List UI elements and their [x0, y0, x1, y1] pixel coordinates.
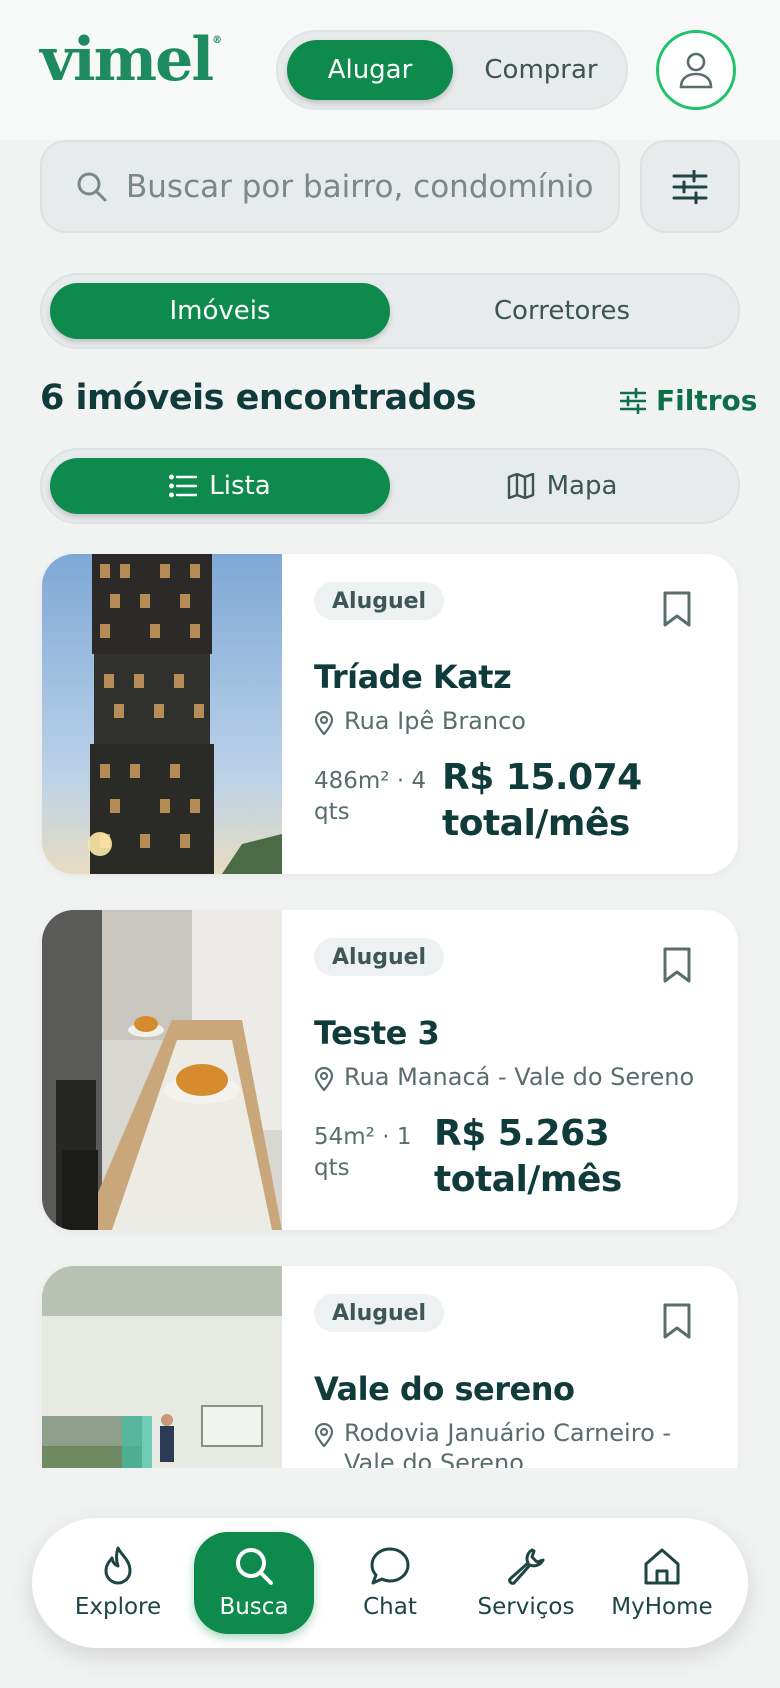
filters-label: Filtros: [656, 384, 758, 417]
bottom-navigation: Explore Busca Chat Serviços MyHome: [32, 1518, 748, 1648]
listing-type-badge: Aluguel: [314, 582, 445, 620]
listing-card[interactable]: Aluguel Tríade Katz Rua Ipê Branco 486m²…: [42, 554, 738, 874]
advanced-filter-button[interactable]: [640, 140, 740, 233]
listing-price-suffix: total/mês: [442, 803, 630, 844]
location-pin-icon: [314, 711, 334, 735]
listing-photo: [42, 1266, 282, 1468]
nav-myhome-label: MyHome: [611, 1594, 713, 1620]
results-count: 6 imóveis encontrados: [40, 378, 477, 418]
location-pin-icon: [314, 1067, 334, 1091]
nav-chat[interactable]: Chat: [330, 1518, 450, 1648]
listing-price-value: R$ 15.074: [442, 757, 642, 798]
rent-buy-toggle: Alugar Comprar: [276, 30, 628, 110]
logo-text: vimel: [40, 25, 214, 95]
listing-title: Vale do sereno: [314, 1370, 575, 1408]
list-icon: [169, 474, 198, 498]
bookmark-icon[interactable]: [662, 946, 692, 984]
view-mode-segment: Lista Mapa: [40, 448, 740, 524]
map-view-label: Mapa: [546, 471, 618, 501]
logo-registered-mark: ®: [212, 35, 222, 46]
listing-price: R$ 5.263 total/mês: [434, 1111, 622, 1203]
listing-address-text: Rodovia Januário Carneiro - Vale do Sere…: [344, 1419, 672, 1468]
listing-type-badge: Aluguel: [314, 938, 445, 976]
flame-icon: [104, 1546, 132, 1585]
listing-price: R$ 15.074 total/mês: [442, 755, 642, 847]
buy-option[interactable]: Comprar: [458, 40, 624, 100]
wrench-icon: [508, 1548, 545, 1585]
location-pin-icon: [314, 1423, 334, 1447]
results-type-segment: Imóveis Corretores: [40, 273, 740, 349]
sliders-icon: [620, 387, 646, 414]
listing-size-rooms: 54m² · 1 qts: [314, 1124, 412, 1181]
bookmark-icon[interactable]: [662, 1302, 692, 1340]
vimel-logo[interactable]: vimel®: [40, 30, 222, 90]
listing-card[interactable]: Aluguel Teste 3 Rua Manacá - Vale do Ser…: [42, 910, 738, 1230]
listing-list: Aluguel Tríade Katz Rua Ipê Branco 486m²…: [0, 550, 780, 1468]
listing-address: Rua Manacá - Vale do Sereno: [314, 1062, 714, 1092]
chat-icon: [370, 1547, 410, 1585]
listing-address: Rua Ipê Branco: [314, 706, 714, 736]
sliders-icon: [672, 169, 708, 204]
rent-option[interactable]: Alugar: [287, 40, 453, 100]
user-icon: [679, 52, 713, 89]
listing-title: Tríade Katz: [314, 658, 512, 696]
nav-myhome[interactable]: MyHome: [602, 1518, 722, 1648]
listing-type-badge: Aluguel: [314, 1294, 445, 1332]
tab-list-view[interactable]: Lista: [50, 458, 390, 514]
nav-servicos[interactable]: Serviços: [466, 1518, 586, 1648]
nav-explore[interactable]: Explore: [58, 1518, 178, 1648]
tab-imoveis[interactable]: Imóveis: [50, 283, 390, 339]
nav-explore-label: Explore: [74, 1594, 162, 1620]
listing-card[interactable]: Aluguel Vale do sereno Rodovia Januário …: [42, 1266, 738, 1468]
home-icon: [644, 1548, 680, 1585]
list-view-label: Lista: [209, 471, 271, 501]
listing-title: Teste 3: [314, 1014, 440, 1052]
listing-address-text: Rua Ipê Branco: [344, 707, 526, 735]
listing-price-value: R$ 5.263: [434, 1113, 610, 1154]
listing-size-rooms: 486m² · 4 qts: [314, 768, 427, 825]
nav-servicos-label: Serviços: [477, 1594, 575, 1620]
listing-price-suffix: total/mês: [434, 1159, 622, 1200]
filters-button[interactable]: Filtros: [620, 384, 757, 417]
listing-address-text: Rua Manacá - Vale do Sereno: [344, 1063, 695, 1091]
nav-busca-label: Busca: [219, 1594, 289, 1620]
search-input[interactable]: [126, 168, 596, 205]
map-icon: [507, 473, 534, 499]
listing-address: Rodovia Januário Carneiro - Vale do Sere…: [314, 1418, 674, 1468]
listing-photo: [42, 910, 282, 1230]
listing-photo: [42, 554, 282, 874]
bookmark-icon[interactable]: [662, 590, 692, 628]
profile-button[interactable]: [656, 30, 736, 110]
search-icon: [236, 1548, 273, 1585]
nav-chat-label: Chat: [363, 1594, 417, 1620]
nav-busca[interactable]: Busca: [194, 1532, 314, 1634]
tab-map-view[interactable]: Mapa: [392, 458, 732, 514]
app-header: vimel® Alugar Comprar: [0, 0, 780, 140]
search-bar[interactable]: [40, 140, 620, 233]
search-icon: [77, 172, 107, 201]
tab-corretores[interactable]: Corretores: [392, 283, 732, 339]
